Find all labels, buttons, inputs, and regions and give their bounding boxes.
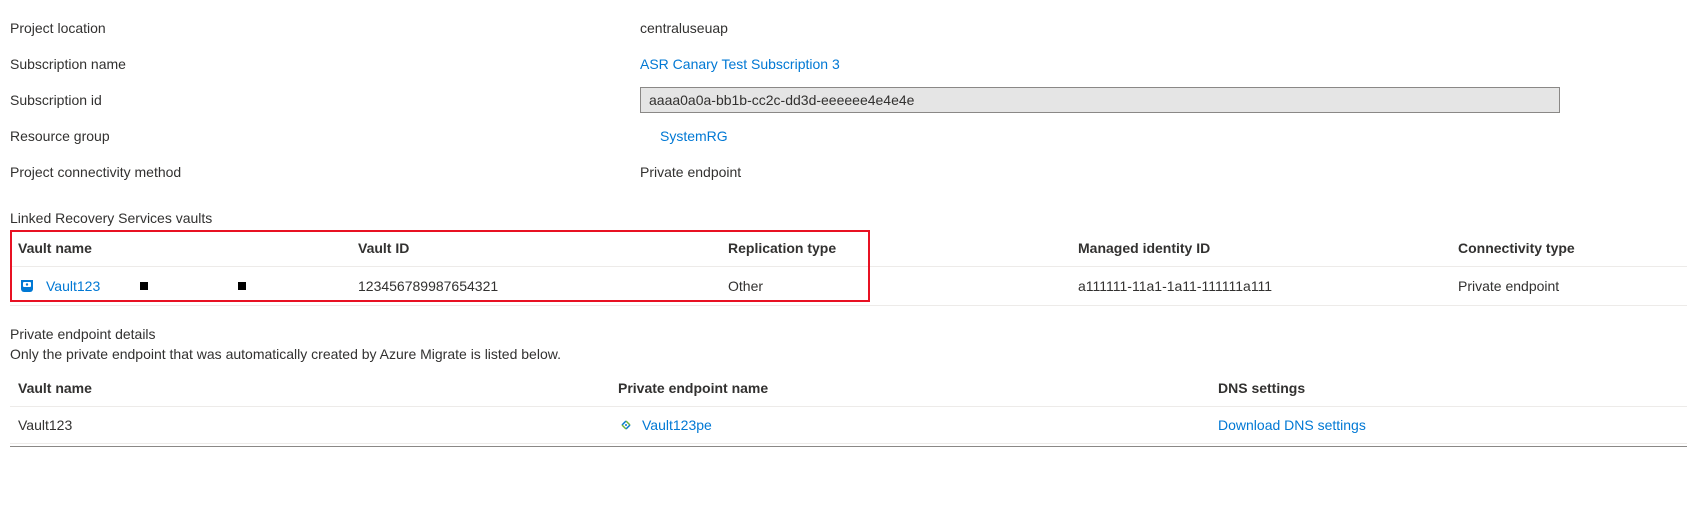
col-vault-name: Vault name [10,230,350,267]
col-pe-vault-name: Vault name [10,370,610,407]
col-pe-name: Private endpoint name [610,370,1210,407]
col-dns-settings: DNS settings [1210,370,1687,407]
redaction-mark [140,282,148,290]
project-location-row: Project location centraluseuap [10,10,1687,46]
vault-name-cell: Vault123 [18,277,342,295]
table-row: Vault123 123456789987654321 Other a11111… [10,267,1687,306]
project-location-value: centraluseuap [640,20,728,36]
vault-icon [18,277,36,295]
project-location-label: Project location [10,20,640,36]
pe-vault-name-value: Vault123 [10,407,610,444]
col-replication-type: Replication type [720,230,1070,267]
subscription-name-row: Subscription name ASR Canary Test Subscr… [10,46,1687,82]
private-endpoint-icon [618,417,634,433]
linked-vaults-table: Vault name Vault ID Replication type Man… [10,230,1687,306]
connectivity-method-row: Project connectivity method Private endp… [10,154,1687,190]
col-managed-identity-id: Managed identity ID [1070,230,1450,267]
table-row: Vault123 Vault123pe Download DNS setting… [10,407,1687,444]
subscription-name-label: Subscription name [10,56,640,72]
col-vault-id: Vault ID [350,230,720,267]
pe-name-link[interactable]: Vault123pe [642,417,712,433]
redaction-mark [238,282,246,290]
connectivity-method-label: Project connectivity method [10,164,640,180]
subscription-id-row: Subscription id [10,82,1687,118]
resource-group-row: Resource group SystemRG [10,118,1687,154]
replication-type-value: Other [720,267,1070,306]
resource-group-link[interactable]: SystemRG [660,128,728,144]
managed-identity-id-value: a111111-11a1-1a11-111111a111 [1070,267,1450,306]
project-properties: Project location centraluseuap Subscript… [10,10,1687,190]
connectivity-type-value: Private endpoint [1450,267,1687,306]
download-dns-settings-link[interactable]: Download DNS settings [1218,417,1366,433]
private-endpoint-title: Private endpoint details [10,326,1687,342]
subscription-id-field[interactable] [640,87,1560,113]
resource-group-label: Resource group [10,128,640,144]
linked-vaults-table-wrapper: Vault name Vault ID Replication type Man… [10,230,1687,306]
vault-id-value: 123456789987654321 [350,267,720,306]
subscription-name-link[interactable]: ASR Canary Test Subscription 3 [640,56,840,72]
connectivity-method-value: Private endpoint [640,164,741,180]
private-endpoint-table: Vault name Private endpoint name DNS set… [10,370,1687,444]
pe-name-cell: Vault123pe [618,417,1202,433]
subscription-id-label: Subscription id [10,92,640,108]
vault-name-link[interactable]: Vault123 [46,278,100,294]
linked-vaults-title: Linked Recovery Services vaults [10,210,1687,226]
page-footer-divider [10,446,1687,447]
private-endpoint-description: Only the private endpoint that was autom… [10,346,1687,362]
col-connectivity-type: Connectivity type [1450,230,1687,267]
